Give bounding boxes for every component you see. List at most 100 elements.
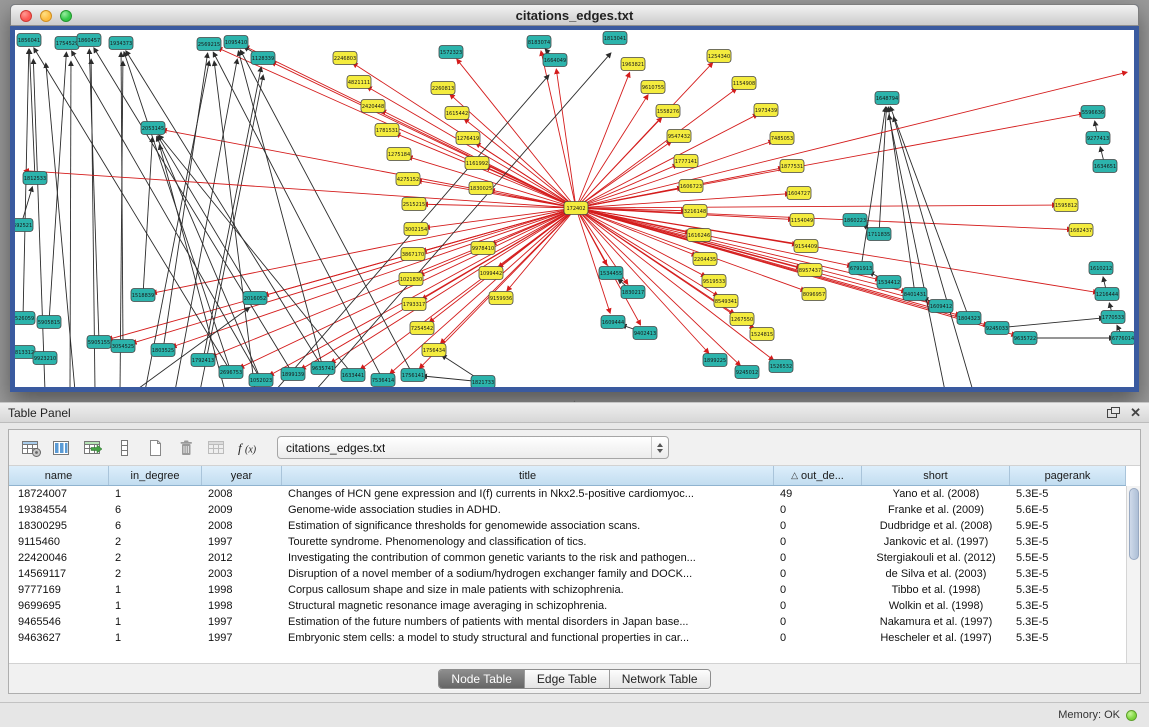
- table-selector[interactable]: citations_edges.txt: [277, 436, 669, 459]
- graph-node[interactable]: 1616246: [687, 229, 711, 242]
- zoom-window-button[interactable]: [60, 10, 72, 22]
- graph-edge[interactable]: [888, 108, 915, 294]
- tab-edge-table[interactable]: Edge Table: [525, 670, 610, 688]
- graph-edge[interactable]: [163, 54, 208, 350]
- graph-node[interactable]: 9154409: [794, 240, 818, 253]
- graph-edge[interactable]: [214, 53, 383, 380]
- graph-edge[interactable]: [33, 60, 45, 387]
- graph-edge[interactable]: [576, 95, 648, 208]
- table-row[interactable]: 911546021997Tourette syndrome. Phenomeno…: [9, 534, 1126, 550]
- graph-node[interactable]: 1267550: [730, 313, 754, 326]
- graph-node[interactable]: 9923210: [33, 352, 57, 365]
- graph-node[interactable]: 1934373: [109, 37, 133, 50]
- graph-edge[interactable]: [576, 205, 1056, 208]
- graph-node[interactable]: 1609412: [929, 300, 953, 313]
- graph-node[interactable]: 1518839: [131, 289, 155, 302]
- graph-node[interactable]: 2016052: [243, 292, 267, 305]
- graph-edge[interactable]: [331, 208, 576, 363]
- graph-node[interactable]: 1633441: [341, 369, 365, 382]
- graph-node[interactable]: 1860457: [77, 34, 101, 47]
- graph-node[interactable]: 1792413: [191, 354, 215, 367]
- graph-node[interactable]: 1128339: [251, 52, 275, 65]
- graph-node[interactable]: 1812533: [23, 172, 47, 185]
- graph-node[interactable]: 1154908: [732, 77, 756, 90]
- graph-node[interactable]: 1856041: [17, 34, 41, 47]
- graph-node[interactable]: 5905815: [37, 316, 61, 329]
- graph-node[interactable]: 2260813: [431, 82, 455, 95]
- graph-node[interactable]: 1793317: [402, 298, 426, 311]
- graph-node[interactable]: 9635741: [311, 362, 335, 375]
- table-row[interactable]: 1830029562008Estimation of significance …: [9, 518, 1126, 534]
- graph-node[interactable]: 1899139: [281, 368, 305, 381]
- graph-edge[interactable]: [212, 208, 576, 356]
- graph-node[interactable]: 7254542: [410, 322, 434, 335]
- graph-node[interactable]: 9245012: [735, 366, 759, 379]
- table-row[interactable]: 946554611997Estimation of the future num…: [9, 614, 1126, 630]
- graph-node[interactable]: 1534412: [877, 276, 901, 289]
- graph-edge[interactable]: [214, 62, 255, 387]
- graph-node[interactable]: 1770533: [1101, 311, 1125, 324]
- graph-node[interactable]: 9519533: [702, 275, 726, 288]
- graph-edge[interactable]: [361, 208, 576, 369]
- graph-edge[interactable]: [576, 115, 757, 208]
- graph-node[interactable]: 1610212: [1089, 262, 1113, 275]
- graph-edge[interactable]: [200, 76, 263, 387]
- graph-node[interactable]: 1813041: [603, 32, 627, 45]
- graph-node[interactable]: 1804323: [957, 312, 981, 325]
- graph-node[interactable]: 3002154: [404, 223, 428, 236]
- graph-edge[interactable]: [159, 136, 353, 375]
- graph-node[interactable]: 9402413: [633, 327, 657, 340]
- network-canvas[interactable]: 1724022246803482111124204481781531127518…: [10, 26, 1139, 392]
- graph-edge[interactable]: [576, 208, 1071, 230]
- graph-node[interactable]: 9159936: [489, 292, 513, 305]
- graph-node[interactable]: 1830025: [469, 182, 493, 195]
- graph-node[interactable]: 1830217: [621, 286, 645, 299]
- graph-node[interactable]: 6776014: [1111, 332, 1134, 345]
- graph-node[interactable]: 1021830: [399, 273, 423, 286]
- close-panel-icon[interactable]: ✕: [1130, 407, 1141, 419]
- window-titlebar[interactable]: citations_edges.txt: [10, 4, 1139, 26]
- graph-edge[interactable]: [49, 53, 66, 322]
- graph-node[interactable]: 1860223: [843, 214, 867, 227]
- graph-edge[interactable]: [507, 208, 576, 290]
- graph-node[interactable]: 2053145: [141, 122, 165, 135]
- graph-node[interactable]: 2515215: [402, 198, 426, 211]
- graph-node[interactable]: 2696753: [219, 366, 243, 379]
- graph-edge[interactable]: [889, 116, 945, 387]
- graph-node[interactable]: 1606723: [679, 180, 703, 193]
- graph-node[interactable]: 3216148: [683, 205, 707, 218]
- graph-node[interactable]: 2569215: [197, 38, 221, 51]
- graph-node[interactable]: 1803525: [151, 344, 175, 357]
- scrollbar-thumb[interactable]: [1129, 488, 1139, 560]
- graph-node[interactable]: 5596636: [1081, 106, 1105, 119]
- graph-node[interactable]: 1973439: [754, 104, 778, 117]
- graph-node[interactable]: 8957437: [798, 264, 822, 277]
- graph-node[interactable]: 9245033: [985, 322, 1009, 335]
- graph-edge[interactable]: [890, 107, 969, 318]
- graph-node[interactable]: 1534455: [599, 267, 623, 280]
- table-row[interactable]: 2242004622012Investigating the contribut…: [9, 550, 1126, 566]
- graph-node[interactable]: 1099442: [479, 267, 503, 280]
- column-header-pagerank[interactable]: pagerank: [1010, 466, 1126, 485]
- graph-node[interactable]: 1899225: [703, 354, 727, 367]
- graph-edge[interactable]: [396, 134, 576, 208]
- graph-node[interactable]: 4275152: [396, 173, 420, 186]
- close-window-button[interactable]: [20, 10, 32, 22]
- graph-node[interactable]: 1963821: [621, 58, 645, 71]
- graph-node[interactable]: 172402: [564, 202, 588, 215]
- graph-node[interactable]: 1664049: [543, 54, 567, 67]
- memory-status[interactable]: Memory: OK: [1058, 709, 1137, 721]
- graph-node[interactable]: 3867170: [401, 248, 425, 261]
- table-row[interactable]: 1456911722003Disruption of a novel membe…: [9, 566, 1126, 582]
- graph-node[interactable]: 1604727: [787, 187, 811, 200]
- graph-node[interactable]: 1572323: [439, 46, 463, 59]
- tab-network-table[interactable]: Network Table: [610, 670, 710, 688]
- graph-node[interactable]: 1216444: [1095, 288, 1119, 301]
- graph-node[interactable]: 5905155: [87, 336, 111, 349]
- graph-node[interactable]: 1821733: [471, 376, 495, 388]
- graph-node[interactable]: 1813312: [15, 346, 35, 359]
- new-column-icon[interactable]: [141, 435, 168, 460]
- graph-node[interactable]: 9547432: [667, 130, 691, 143]
- graph-node[interactable]: 1276419: [456, 132, 480, 145]
- graph-edge[interactable]: [894, 118, 973, 387]
